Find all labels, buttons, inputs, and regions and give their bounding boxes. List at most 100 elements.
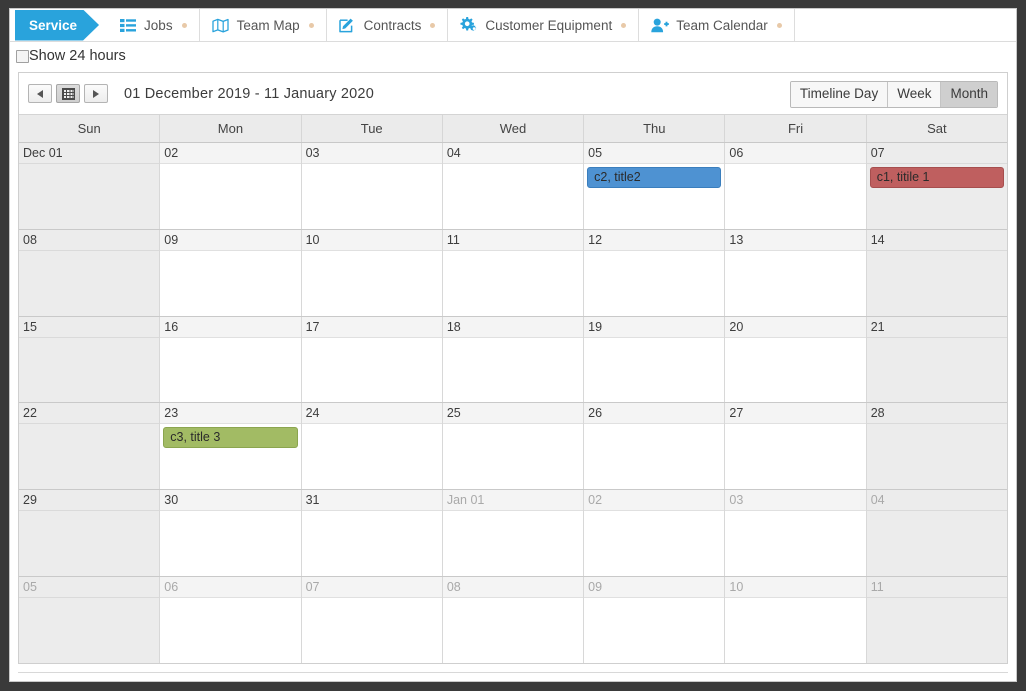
calendar-day-cell[interactable]: 09 xyxy=(160,229,302,316)
calendar-week-row: 15 16 17 18 19 20 21 xyxy=(19,316,1007,404)
calendar-day-cell[interactable]: 08 xyxy=(19,229,161,316)
day-events-container xyxy=(443,598,583,663)
calendar-day-cell[interactable]: 07 xyxy=(301,577,443,663)
calendar-day-cell[interactable]: 24 xyxy=(301,403,443,490)
day-events-container xyxy=(302,164,442,229)
calendar-day-cell[interactable]: 28 xyxy=(866,403,1007,490)
day-events-container xyxy=(867,424,1007,489)
calendar-day-cell[interactable]: 21 xyxy=(866,316,1007,403)
day-number: 30 xyxy=(160,490,301,512)
calendar-day-cell[interactable]: Dec 01 xyxy=(19,143,161,229)
calendar-day-cell[interactable]: 05 xyxy=(19,577,161,663)
tab-team-calendar[interactable]: Team Calendar xyxy=(639,9,795,41)
grid-view-button[interactable] xyxy=(56,84,80,103)
view-button-timeline-day[interactable]: Timeline Day xyxy=(790,82,889,107)
day-number: 16 xyxy=(160,316,301,338)
add-user-icon xyxy=(650,16,669,34)
day-events-container: c2, title2 xyxy=(584,164,724,229)
day-header-thu: Thu xyxy=(584,115,726,142)
day-number: 07 xyxy=(866,143,1007,164)
day-number: 17 xyxy=(301,316,442,338)
calendar-day-cell[interactable]: 16 xyxy=(160,316,302,403)
calendar-day-cell[interactable]: 04 xyxy=(442,143,585,229)
day-events-container xyxy=(584,424,724,489)
show-24-hours-checkbox[interactable] xyxy=(16,49,29,63)
day-events-container xyxy=(584,338,724,403)
calendar-day-cell[interactable]: 12 xyxy=(584,229,726,316)
tab-team-map[interactable]: Team Map xyxy=(200,9,327,41)
tab-jobs[interactable]: Jobs xyxy=(107,9,200,41)
day-events-container xyxy=(160,598,300,663)
calendar-day-cell[interactable]: 31 xyxy=(301,490,443,577)
calendar-day-cell[interactable]: 04 xyxy=(866,490,1007,577)
calendar-day-cell[interactable]: 13 xyxy=(725,229,867,316)
day-number: 05 xyxy=(19,577,160,599)
calendar-day-cell[interactable]: 03 xyxy=(301,143,443,229)
day-number: 22 xyxy=(19,403,160,425)
navigation-button-group xyxy=(28,84,112,103)
tab-customer-equipment[interactable]: Customer Equipment xyxy=(448,9,640,41)
day-number: 10 xyxy=(725,577,866,599)
day-number: 02 xyxy=(584,490,725,512)
day-of-week-header: Sun Mon Tue Wed Thu Fri Sat xyxy=(19,115,1007,143)
day-number: 11 xyxy=(866,577,1007,599)
next-period-button[interactable] xyxy=(84,84,108,103)
previous-period-button[interactable] xyxy=(28,84,52,103)
calendar-day-cell[interactable]: 20 xyxy=(725,316,867,403)
calendar-day-cell[interactable]: 15 xyxy=(19,316,161,403)
calendar-day-cell[interactable]: 25 xyxy=(442,403,585,490)
day-number: 29 xyxy=(19,490,160,512)
show-24-hours-option[interactable]: Show 24 hours xyxy=(10,42,1016,68)
calendar-week-row: Dec 01 02 03 04 05 c2, title2 06 07 c1, titile 1 xyxy=(19,143,1007,230)
day-events-container xyxy=(867,511,1007,576)
day-events-container xyxy=(725,251,865,316)
calendar-day-cell[interactable]: 10 xyxy=(725,577,867,663)
calendar-event[interactable]: c1, titile 1 xyxy=(869,167,1004,188)
day-number: 19 xyxy=(584,316,725,338)
tab-label: Team Map xyxy=(236,17,300,33)
calendar-day-cell[interactable]: 11 xyxy=(442,229,585,316)
calendar-event[interactable]: c2, title2 xyxy=(587,167,722,188)
calendar-event[interactable]: c3, title 3 xyxy=(163,427,298,449)
calendar-day-cell[interactable]: 19 xyxy=(584,316,726,403)
calendar-day-cell[interactable]: 11 xyxy=(866,577,1007,663)
calendar-day-cell[interactable]: 27 xyxy=(725,403,867,490)
calendar-day-cell[interactable]: 29 xyxy=(19,490,161,577)
calendar-day-cell[interactable]: 26 xyxy=(584,403,726,490)
tab-service[interactable]: Service xyxy=(15,10,99,41)
calendar-day-cell[interactable]: 08 xyxy=(442,577,585,663)
day-events-container xyxy=(725,338,865,403)
calendar-week-row: 29 30 31 Jan 01 02 03 04 xyxy=(19,490,1007,578)
calendar-day-cell[interactable]: 09 xyxy=(584,577,726,663)
view-button-week[interactable]: Week xyxy=(888,82,942,107)
calendar-day-cell[interactable]: 10 xyxy=(301,229,443,316)
day-number: 08 xyxy=(442,577,584,599)
day-events-container xyxy=(443,164,583,229)
calendar-day-cell[interactable]: 06 xyxy=(725,143,867,229)
calendar-day-cell[interactable]: 06 xyxy=(160,577,302,663)
calendar-day-cell[interactable]: Jan 01 xyxy=(442,490,585,577)
calendar-day-cell[interactable]: 23 c3, title 3 xyxy=(160,403,302,490)
calendar-day-cell[interactable]: 30 xyxy=(160,490,302,577)
application-window: Service Jobs Team Map Contracts Customer Equ… xyxy=(9,8,1017,682)
calendar-day-cell[interactable]: 07 c1, titile 1 xyxy=(866,143,1007,229)
day-number: 18 xyxy=(442,316,584,338)
calendar-day-cell[interactable]: 05 c2, title2 xyxy=(584,143,726,229)
calendar-day-cell[interactable]: 22 xyxy=(19,403,161,490)
day-number: 12 xyxy=(584,229,725,251)
view-button-month[interactable]: Month xyxy=(941,82,997,107)
scheduler-panel: 01 December 2019 - 11 January 2020 Timel… xyxy=(18,72,1008,664)
day-events-container xyxy=(867,338,1007,403)
day-events-container xyxy=(584,598,724,663)
day-number: 24 xyxy=(301,403,442,425)
day-number: 03 xyxy=(301,143,442,164)
calendar-day-cell[interactable]: 14 xyxy=(866,229,1007,316)
calendar-day-cell[interactable]: 02 xyxy=(584,490,726,577)
calendar-day-cell[interactable]: 18 xyxy=(442,316,585,403)
day-number: 06 xyxy=(160,577,301,599)
tab-contracts[interactable]: Contracts xyxy=(327,9,449,41)
day-events-container xyxy=(584,511,724,576)
calendar-day-cell[interactable]: 02 xyxy=(160,143,302,229)
calendar-day-cell[interactable]: 17 xyxy=(301,316,443,403)
calendar-day-cell[interactable]: 03 xyxy=(725,490,867,577)
